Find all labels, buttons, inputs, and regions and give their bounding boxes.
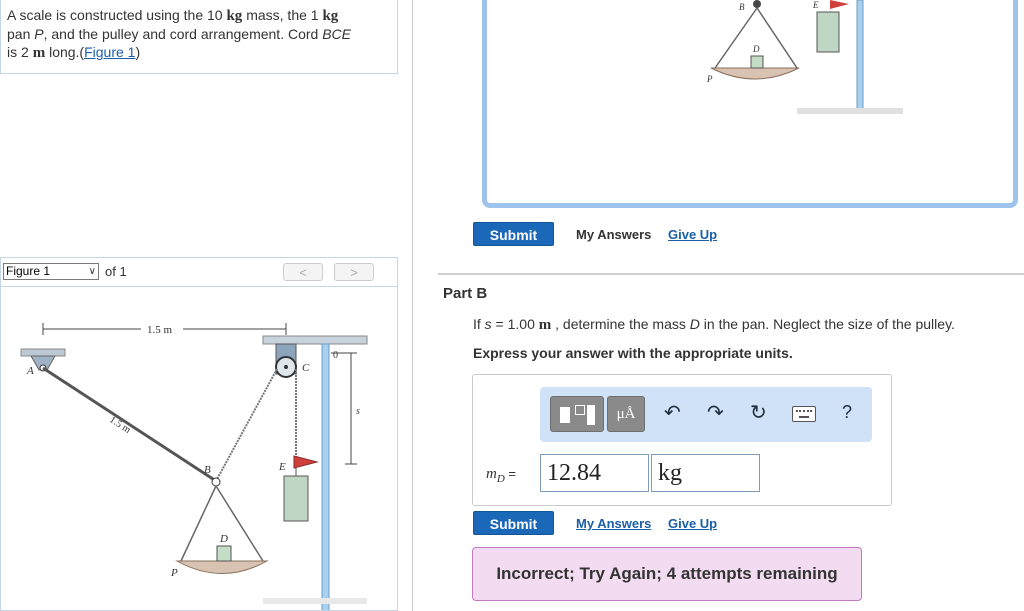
label-b: B <box>204 464 211 476</box>
part-separator <box>438 273 1024 275</box>
unit-kg: kg <box>322 8 339 24</box>
ground-base <box>797 108 903 114</box>
unit-m: m <box>32 45 46 61</box>
next-figure-button[interactable]: > <box>334 263 374 281</box>
prev-figure-button[interactable]: < <box>283 263 323 281</box>
label-e: E <box>812 0 819 10</box>
figure-diagram: 1.5 m A 1.5 m C 0 s E B D P <box>20 322 368 610</box>
part-a-give-up-link[interactable]: Give Up <box>668 227 717 242</box>
question-text: = 1.00 <box>491 316 539 332</box>
mass-d <box>750 55 764 69</box>
cord-cb <box>215 368 278 482</box>
pan-p <box>710 67 800 80</box>
label-p: P <box>706 74 713 84</box>
scale-pole <box>856 0 864 111</box>
answer-label-sub: D <box>496 473 505 485</box>
part-a-figure-diagram: B D P E <box>706 0 903 114</box>
unit-m: m <box>538 317 552 333</box>
problem-text: long.( <box>45 44 85 60</box>
redo-icon[interactable]: ↷ <box>707 400 724 425</box>
templates-icon-bar <box>587 405 595 425</box>
pulley-axle <box>284 365 288 369</box>
problem-text: pan <box>7 26 35 42</box>
mass-10kg <box>283 475 309 522</box>
templates-icon-box <box>575 405 585 415</box>
problem-text: is 2 <box>7 44 33 60</box>
var-d: D <box>689 316 700 332</box>
answer-label-var: m <box>486 466 497 482</box>
label-a: A <box>26 365 34 377</box>
question-text: If <box>473 316 485 332</box>
diag-dimension: 1.5 m <box>107 414 132 436</box>
label-b: B <box>739 2 745 12</box>
part-b-my-answers-link[interactable]: My Answers <box>576 516 651 531</box>
chevron-down-icon: ∨ <box>88 266 96 277</box>
problem-text: , and the pulley and cord arrangement. C… <box>43 26 323 42</box>
part-b-give-up-link[interactable]: Give Up <box>668 516 717 531</box>
figure-select[interactable]: Figure 1 ∨ <box>3 263 99 280</box>
templates-icon <box>560 407 570 423</box>
ring-b <box>211 477 221 487</box>
figure-nav-bar: Figure 1 ∨ of 1 < > <box>1 258 397 287</box>
figure-panel: Figure 1 ∨ of 1 < > 1.5 m A 1.5 m C 0 s … <box>0 257 398 611</box>
ground-base <box>263 598 367 604</box>
pan-p <box>175 560 269 574</box>
problem-text: A scale is constructed using the 10 <box>7 7 227 23</box>
part-a-figure-panel: B D P E <box>482 0 1018 208</box>
answer-label-eq: = <box>504 466 517 481</box>
answer-label: mD = <box>486 466 516 485</box>
templates-button[interactable] <box>550 396 604 432</box>
keyboard-icon[interactable] <box>792 406 816 422</box>
keyboard-keys <box>796 410 812 414</box>
part-b-question: If s = 1.00 m , determine the mass D in … <box>473 316 955 334</box>
part-b-submit-button[interactable]: Submit <box>473 511 554 535</box>
pointer-flag <box>293 455 319 469</box>
problem-statement: A scale is constructed using the 10 kg m… <box>0 0 398 74</box>
var-s: s <box>484 316 492 332</box>
undo-icon[interactable]: ↶ <box>664 400 681 425</box>
unit-kg: kg <box>226 8 243 24</box>
label-e: E <box>278 461 286 473</box>
question-text: , determine the mass <box>551 316 690 332</box>
ceiling-support-c <box>262 335 368 345</box>
mass-d <box>216 545 232 562</box>
var-bce: BCE <box>322 26 352 42</box>
feedback-message: Incorrect; Try Again; 4 attempts remaini… <box>472 547 862 601</box>
pointer-flag <box>830 0 849 9</box>
help-button[interactable]: ? <box>842 402 852 423</box>
reset-icon[interactable]: ↻ <box>750 400 767 425</box>
ring-b <box>753 0 761 8</box>
label-d: D <box>219 533 228 545</box>
part-a-my-answers-link[interactable]: My Answers <box>576 227 651 242</box>
label-s: s <box>356 406 360 417</box>
var-p: P <box>34 26 44 42</box>
label-d: D <box>752 44 760 54</box>
label-p: P <box>170 567 178 579</box>
value-input[interactable]: 12.84 <box>540 454 649 492</box>
figure-link[interactable]: Figure 1 <box>84 44 135 60</box>
keyboard-spacebar <box>799 416 809 418</box>
question-text: in the pan. Neglect the size of the pull… <box>699 316 955 332</box>
symbols-button[interactable]: μÅ <box>607 396 645 432</box>
answer-instruction: Express your answer with the appropriate… <box>473 345 793 361</box>
label-c: C <box>302 362 310 374</box>
problem-text: mass, the 1 <box>242 7 323 23</box>
label-zero: 0 <box>333 350 338 361</box>
part-b-title: Part B <box>443 285 488 302</box>
figure-select-value: Figure 1 <box>6 264 51 278</box>
dimension-label: 1.5 m <box>147 324 173 336</box>
scale-pole <box>321 343 330 610</box>
pan-string-left <box>180 485 217 562</box>
units-input[interactable]: kg <box>651 454 760 492</box>
figure-count: of 1 <box>105 264 127 279</box>
ceiling-support-a <box>20 348 66 357</box>
part-a-submit-button[interactable]: Submit <box>473 222 554 246</box>
problem-text: ) <box>135 44 141 60</box>
mass-10kg <box>816 11 840 53</box>
